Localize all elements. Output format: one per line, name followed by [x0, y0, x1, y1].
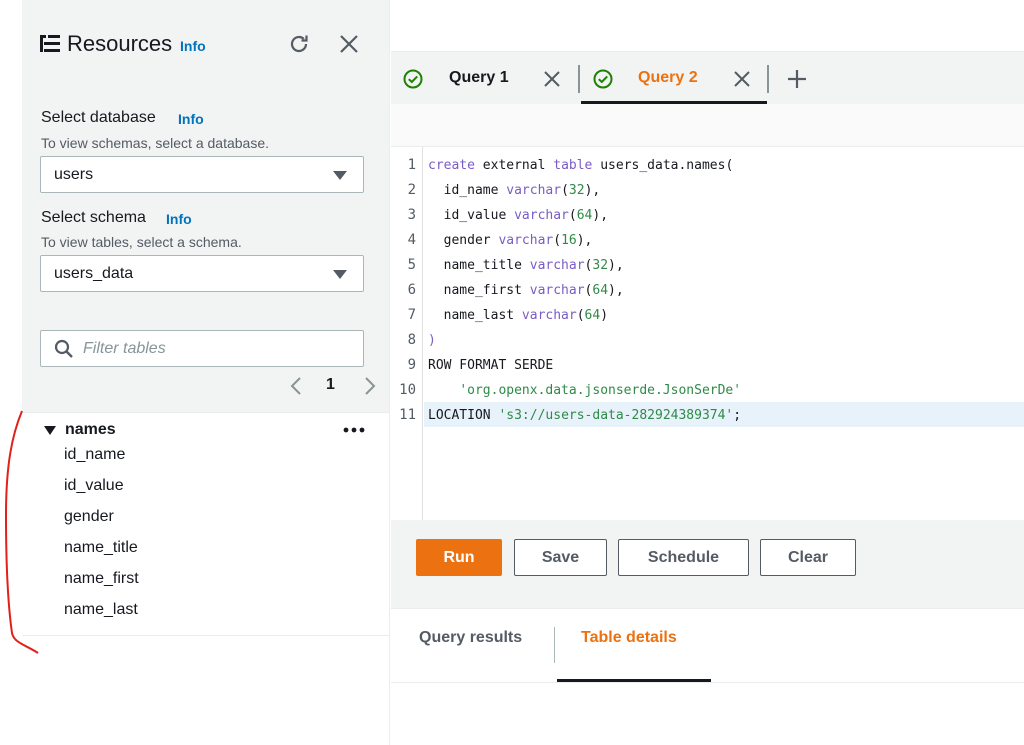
editor-toolbar-strip: [391, 104, 1024, 146]
code-line: name_first varchar(64),: [428, 283, 624, 298]
table-tree-item[interactable]: names: [40, 419, 370, 443]
top-strip: [391, 0, 1024, 52]
query-actions: Run Save Schedule Clear: [391, 520, 1024, 608]
line-number: 5: [407, 257, 416, 273]
database-select-value: users: [54, 166, 94, 183]
close-icon: [340, 35, 358, 53]
add-tab-icon[interactable]: [787, 69, 807, 89]
query-editor-panel: Query 1 Query 2 1 2 3 4 5 6 7 8 9 10 11 …: [391, 0, 1024, 745]
refresh-icon: [290, 35, 308, 53]
code-line: LOCATION 's3://users-data-282924389374';: [428, 408, 742, 423]
list-icon: [40, 35, 60, 53]
code-line: 'org.openx.data.jsonserde.JsonSerDe': [459, 383, 742, 398]
line-number: 11: [399, 407, 416, 423]
schema-hint: To view tables, select a schema.: [41, 234, 242, 250]
page-number[interactable]: 1: [326, 376, 335, 394]
close-tab-icon[interactable]: [733, 70, 751, 88]
database-info-link[interactable]: Info: [178, 111, 204, 127]
refresh-button[interactable]: [287, 32, 311, 56]
caret-down-icon: [333, 270, 347, 279]
column-item: id_name: [64, 446, 126, 463]
success-check-icon: [593, 69, 613, 89]
success-check-icon: [403, 69, 423, 89]
tab-query-results[interactable]: Query results: [419, 629, 522, 647]
code-line: id_name varchar(32),: [428, 183, 601, 198]
run-button[interactable]: Run: [416, 539, 502, 576]
column-item: name_title: [64, 539, 138, 556]
tab-table-details[interactable]: Table details: [581, 629, 677, 647]
line-number: 10: [399, 382, 416, 398]
resources-info-link[interactable]: Info: [180, 38, 206, 54]
line-number: 3: [407, 207, 416, 223]
line-number: 8: [407, 332, 416, 348]
resources-header: Resources Info: [40, 30, 370, 60]
code-line: ): [428, 333, 436, 348]
clear-button[interactable]: Clear: [760, 539, 856, 576]
select-database-label: Select database: [41, 109, 156, 126]
tab-divider: [578, 65, 580, 93]
tab-query-2[interactable]: Query 2: [581, 52, 767, 104]
expand-triangle-icon[interactable]: [44, 426, 56, 435]
table-pagination: 1: [288, 373, 378, 399]
filter-tables-input[interactable]: [83, 338, 353, 360]
column-item: name_last: [64, 601, 138, 618]
line-number: 2: [407, 182, 416, 198]
line-number: 1: [407, 157, 416, 173]
schema-select-value: users_data: [54, 265, 134, 282]
schema-select[interactable]: users_data: [40, 255, 364, 292]
database-select[interactable]: users: [40, 156, 364, 193]
code-line: gender varchar(16),: [428, 233, 593, 248]
results-tab-divider: [554, 627, 555, 663]
schema-info-link[interactable]: Info: [166, 211, 192, 227]
database-hint: To view schemas, select a database.: [41, 135, 270, 151]
select-schema-label: Select schema: [41, 209, 146, 226]
line-number: 7: [407, 307, 416, 323]
caret-down-icon: [333, 171, 347, 180]
column-item: name_first: [64, 570, 139, 587]
tab-label: Query 2: [638, 69, 698, 86]
tab-divider: [767, 65, 769, 93]
chevron-right-icon[interactable]: [362, 375, 378, 397]
code-line: id_value varchar(64),: [428, 208, 609, 223]
tab-query-1[interactable]: Query 1: [391, 52, 576, 104]
filter-tables-field[interactable]: [40, 330, 364, 367]
close-panel-button[interactable]: [337, 32, 361, 56]
results-divider: [391, 682, 1024, 683]
close-tab-icon[interactable]: [543, 70, 561, 88]
code-line: name_title varchar(32),: [428, 258, 624, 273]
code-line: create external table users_data.names(: [428, 158, 734, 173]
resources-panel: Resources Info Select database Info To v…: [0, 0, 390, 745]
search-icon: [54, 339, 73, 358]
column-item: gender: [64, 508, 114, 525]
column-item: id_value: [64, 477, 124, 494]
line-number-gutter: 1 2 3 4 5 6 7 8 9 10 11: [391, 147, 423, 521]
more-options-icon[interactable]: [342, 424, 366, 436]
red-bracket-annotation: [4, 410, 39, 654]
sql-editor[interactable]: 1 2 3 4 5 6 7 8 9 10 11 create external …: [391, 146, 1024, 521]
results-section: Query results Table details: [391, 608, 1024, 745]
query-tabs-bar: Query 1 Query 2: [391, 52, 1024, 104]
line-number: 4: [407, 232, 416, 248]
resources-title: Resources: [67, 31, 173, 56]
tab-label: Query 1: [449, 69, 509, 86]
chevron-left-icon[interactable]: [288, 375, 304, 397]
table-name: names: [65, 421, 116, 438]
code-line: ROW FORMAT SERDE: [428, 358, 554, 373]
line-number: 6: [407, 282, 416, 298]
code-line: name_last varchar(64): [428, 308, 609, 323]
line-number: 9: [407, 357, 416, 373]
schedule-button[interactable]: Schedule: [618, 539, 749, 576]
save-button[interactable]: Save: [514, 539, 607, 576]
